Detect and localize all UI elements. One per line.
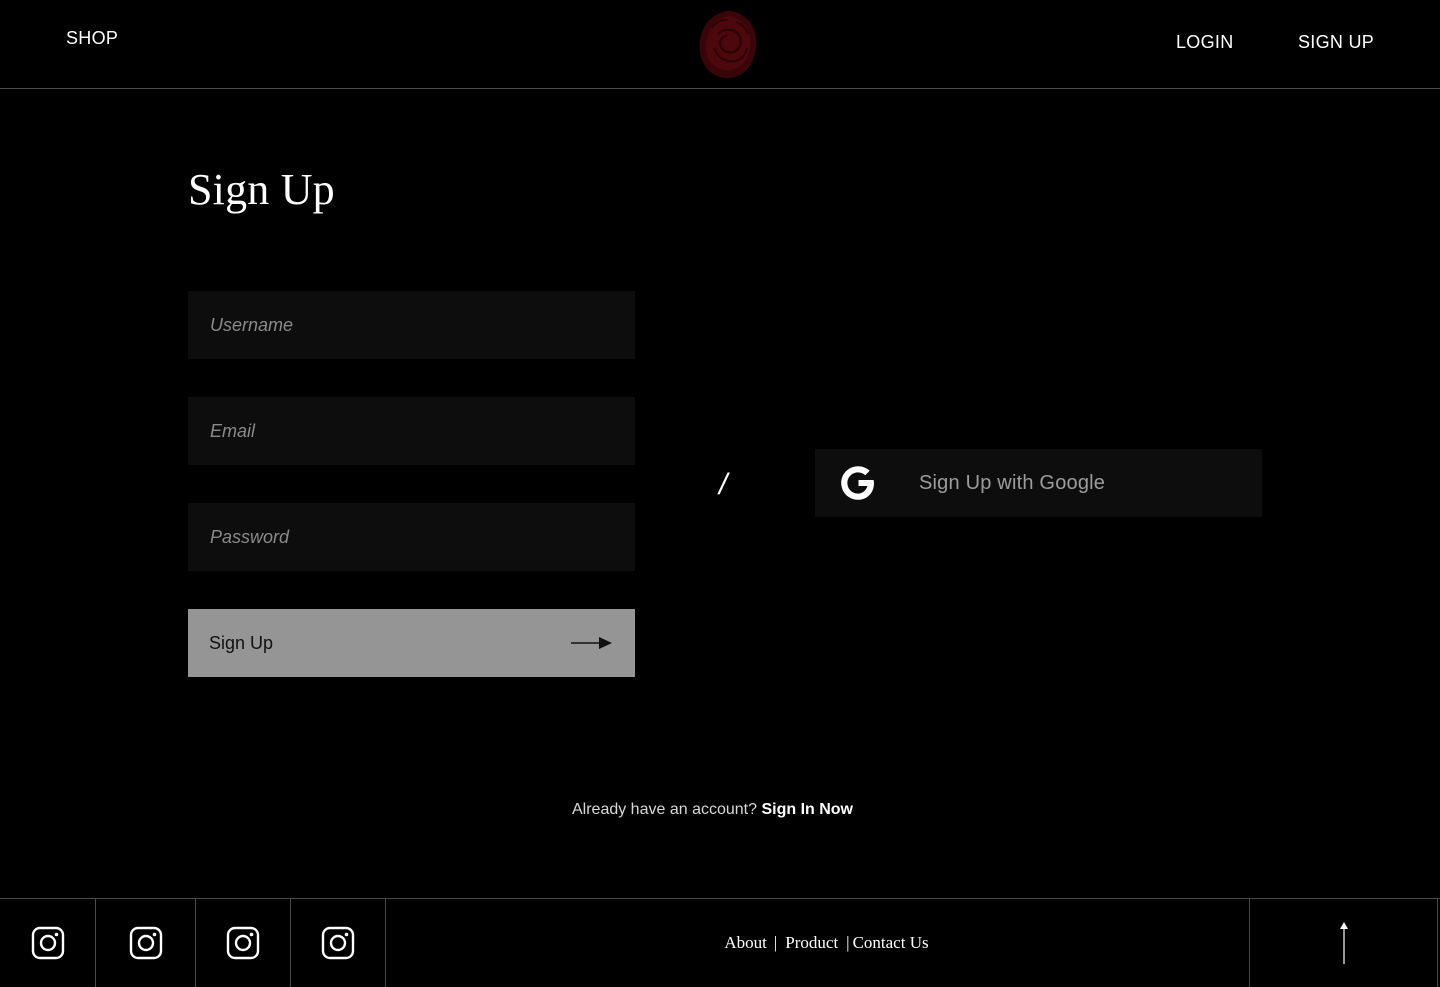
signup-submit-label: Sign Up (209, 632, 274, 653)
password-input[interactable] (188, 503, 635, 571)
footer-about-link[interactable]: About (724, 933, 767, 953)
signup-submit-button[interactable]: Sign Up (188, 609, 635, 677)
instagram-link-3[interactable] (196, 899, 291, 987)
instagram-icon (31, 926, 64, 960)
instagram-link-4[interactable] (291, 899, 386, 987)
site-header: SHOP LOGIN SIGN UP (0, 0, 1440, 89)
site-footer: About | Product | Contact Us (0, 898, 1440, 987)
page-title: Sign Up (188, 165, 335, 214)
arrow-right-icon (571, 637, 612, 649)
instagram-icon (129, 926, 162, 960)
signin-prompt: Already have an account? Sign In Now (0, 801, 1425, 819)
nav-signup-link[interactable]: SIGN UP (1298, 32, 1374, 53)
nav-login-link[interactable]: LOGIN (1176, 32, 1234, 53)
google-signup-label: Sign Up with Google (919, 471, 1106, 494)
signin-prompt-text: Already have an account? (571, 801, 757, 818)
instagram-icon (321, 926, 355, 960)
instagram-link-2[interactable] (96, 899, 196, 987)
nav-shop-link[interactable]: SHOP (66, 28, 118, 49)
rose-logo-icon (699, 11, 757, 79)
google-icon (841, 466, 874, 500)
arrow-up-icon (1339, 922, 1348, 964)
signin-now-link[interactable]: Sign In Now (761, 801, 853, 818)
or-divider: / (719, 468, 728, 501)
instagram-link-1[interactable] (0, 899, 96, 987)
footer-separator: | (773, 933, 778, 952)
instagram-icon (226, 926, 260, 960)
footer-contact-link[interactable]: Contact Us (853, 933, 929, 953)
footer-separator: | (846, 933, 850, 952)
google-signup-button[interactable]: Sign Up with Google (815, 449, 1262, 517)
footer-links: About | Product | Contact Us (386, 899, 1250, 987)
brand-logo[interactable] (696, 8, 760, 80)
email-input[interactable] (188, 397, 635, 465)
footer-product-link[interactable]: Product (785, 933, 838, 953)
back-to-top-button[interactable] (1250, 899, 1438, 987)
username-input[interactable] (188, 291, 635, 359)
